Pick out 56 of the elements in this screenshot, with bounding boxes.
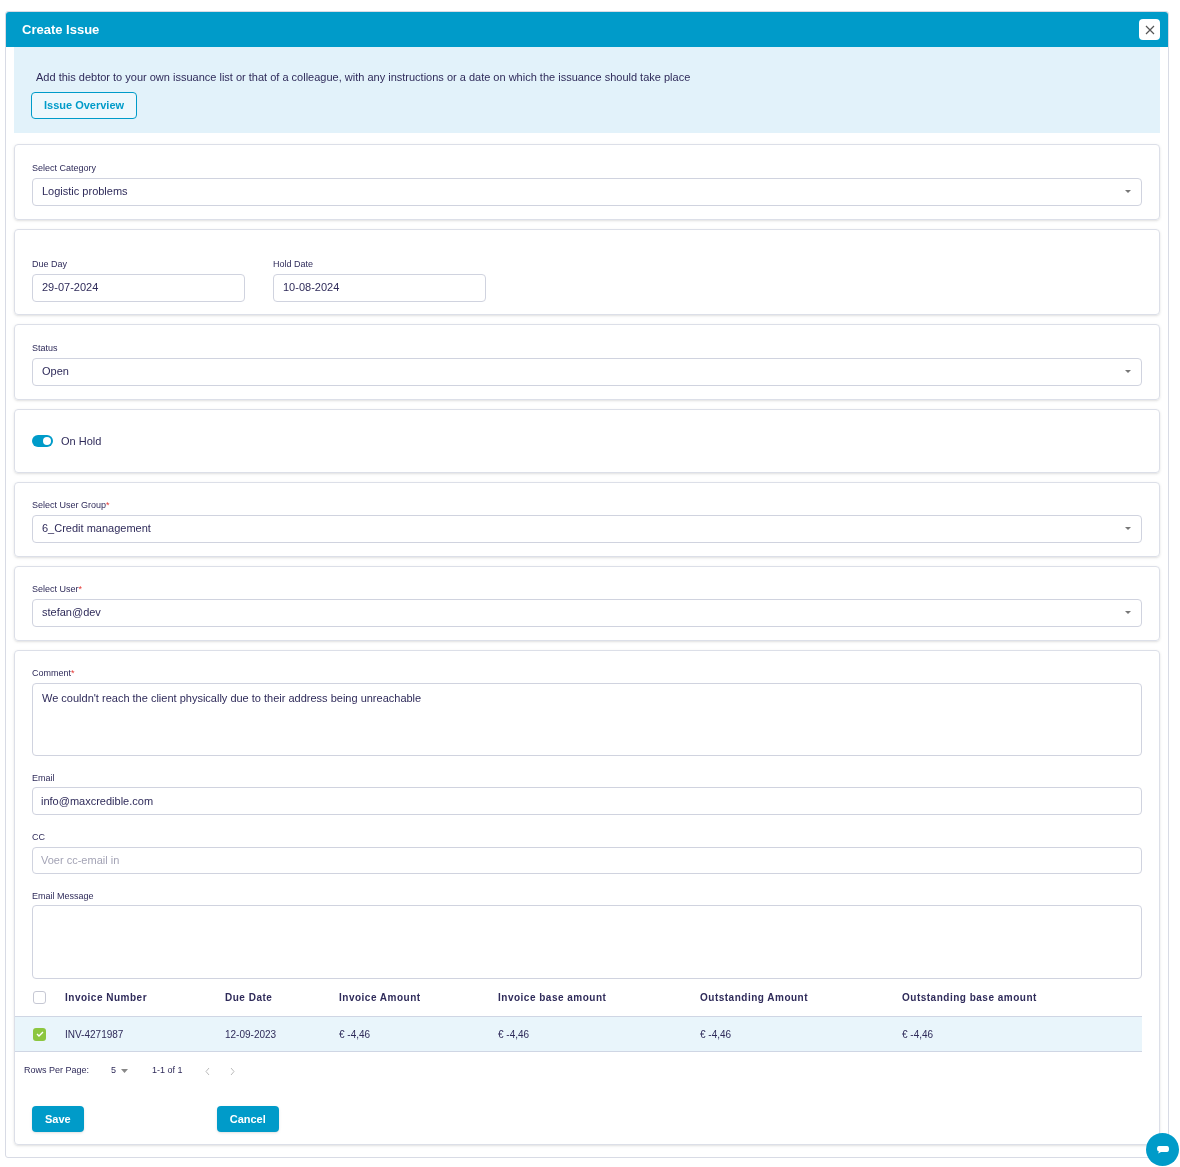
close-button[interactable] — [1139, 19, 1160, 40]
caret-icon — [1124, 189, 1132, 194]
select-field[interactable]: stefan@dev — [32, 598, 1142, 627]
close-icon — [1144, 24, 1155, 35]
page-range: 1-1 of 1 — [152, 1064, 183, 1078]
table-cell-text: € -4,46 — [339, 1027, 372, 1042]
column-header: Invoice base amount — [498, 991, 608, 1005]
chat-bubble-icon — [1155, 1145, 1170, 1154]
date-field[interactable]: 29-07-2024 — [32, 273, 245, 302]
checkbox[interactable] — [33, 1027, 46, 1041]
field-label: Status — [32, 342, 58, 355]
caret-icon — [1124, 369, 1132, 374]
column-header: Invoice Amount — [339, 991, 422, 1005]
caret-icon — [1124, 526, 1132, 531]
table-cell-text: € -4,46 — [700, 1027, 733, 1042]
field-label: CC — [32, 831, 45, 844]
required-mark: * — [106, 499, 110, 512]
comment-field[interactable]: We couldn't reach the client physically due to their address being unreachable — [32, 682, 1142, 756]
checkbox[interactable] — [33, 991, 46, 1004]
field-label: Comment — [32, 667, 71, 680]
chat-button[interactable] — [1146, 1133, 1179, 1166]
field-label: Due Day — [32, 258, 67, 271]
table-row[interactable]: INV-4271987 12-09-2023 € -4,46 € -4,46 € -4,46 € -4,46 — [15, 1017, 1142, 1052]
required-mark: * — [78, 583, 83, 596]
column-header: Outstanding Amount — [700, 991, 810, 1005]
date-field[interactable]: 10-08-2024 — [273, 273, 486, 302]
column-header: Invoice Number — [65, 991, 149, 1005]
select-field[interactable]: Logistic problems — [32, 177, 1142, 206]
info-text: Add this debtor to your own issuance list or that of a colleague, with any instructions or a date on which the issuance should take place — [36, 70, 692, 85]
select-field[interactable]: 6_Credit management — [32, 514, 1142, 543]
table-cell-text: INV-4271987 — [65, 1027, 125, 1042]
cc-field[interactable]: Voer cc-email in — [32, 846, 1142, 874]
column-header: Outstanding base amount — [902, 991, 1038, 1005]
toggle-label: On Hold — [61, 433, 102, 449]
caret-icon — [121, 1069, 129, 1073]
toggle-switch[interactable] — [32, 435, 53, 447]
table-cell-text: € -4,46 — [902, 1027, 935, 1042]
column-header: Due Date — [225, 991, 274, 1005]
field-label: Email Message — [32, 889, 94, 903]
field-label: Hold Date — [273, 258, 314, 271]
table-cell-text: 12-09-2023 — [225, 1027, 278, 1042]
rows-per-page-select[interactable]: 5 — [111, 1064, 129, 1078]
table-cell-text: € -4,46 — [498, 1027, 531, 1042]
select-field[interactable]: Open — [32, 357, 1142, 386]
required-mark: * — [71, 667, 75, 680]
caret-icon — [1124, 610, 1132, 615]
next-page-button[interactable] — [229, 1066, 235, 1076]
rows-per-page-label: Rows Per Page: — [24, 1064, 90, 1078]
email-field[interactable]: info@maxcredible.com — [32, 787, 1142, 815]
field-label: Email — [32, 771, 55, 785]
check-icon — [35, 1031, 44, 1037]
field-label: Select User — [32, 583, 79, 596]
email-message-field[interactable] — [32, 905, 1142, 979]
previous-page-button[interactable] — [204, 1066, 210, 1076]
field-label: Select Category — [32, 162, 97, 175]
dialog-title: Create Issue — [22, 20, 100, 39]
